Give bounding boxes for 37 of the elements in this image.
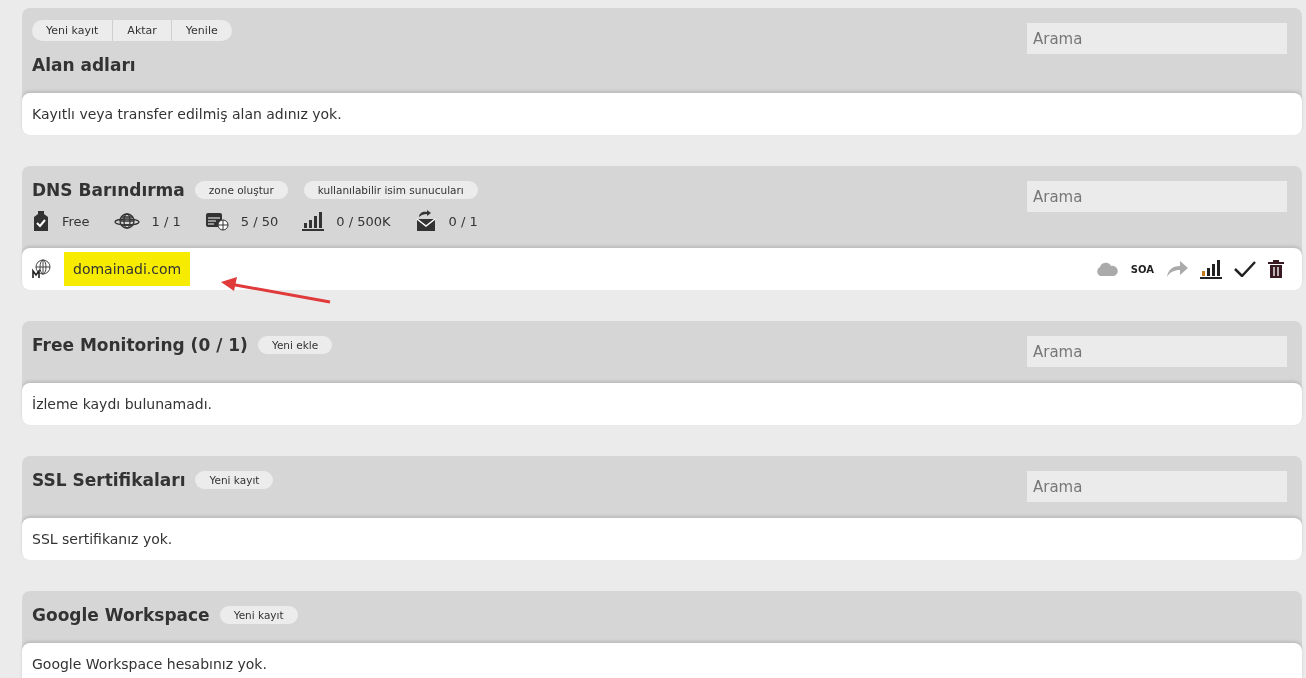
pill-button[interactable]: kullanılabilir isim sunucuları <box>303 181 478 199</box>
section-title: Alan adları <box>32 55 136 75</box>
bar-chart-icon[interactable] <box>1200 259 1222 279</box>
pill-button[interactable]: Yeni kayıt <box>195 471 274 489</box>
search-field[interactable]: Arama <box>1027 23 1287 54</box>
trash-icon[interactable] <box>1268 260 1284 278</box>
server-globe-icon <box>204 211 229 231</box>
empty-message: Kayıtlı veya transfer edilmiş alan adınız yok. <box>32 106 342 122</box>
pill-button[interactable]: Yeni ekle <box>257 336 333 354</box>
domain-link[interactable]: domainadi.com <box>64 252 191 286</box>
empty-message: SSL sertifikanız yok. <box>32 531 173 547</box>
section-title: Free Monitoring (0 / 1) <box>32 335 248 355</box>
search-field[interactable]: Arama <box>1027 336 1287 367</box>
tag-check-icon <box>32 210 50 232</box>
stat-value: 1 / 1 <box>151 213 181 229</box>
stat-value: 5 / 50 <box>240 213 279 229</box>
soa-button[interactable]: SOA <box>1130 263 1154 275</box>
stat-value: 0 / 1 <box>448 213 478 229</box>
empty-message: İzleme kaydı bulunamadı. <box>32 396 213 412</box>
search-field[interactable]: Arama <box>1027 181 1287 212</box>
section-title: Google Workspace <box>32 605 210 625</box>
section-title: SSL Sertifikaları <box>32 470 186 490</box>
globe-m-icon <box>32 259 52 279</box>
stat-value: 0 / 500K <box>336 213 391 229</box>
section-title: DNS Barındırma <box>32 180 185 200</box>
toolbar-button[interactable]: Yenile <box>171 20 232 41</box>
pill-button[interactable]: zone oluştur <box>194 181 288 199</box>
check-icon[interactable] <box>1234 261 1256 277</box>
search-field[interactable]: Arama <box>1027 471 1287 502</box>
toolbar-button[interactable]: Aktar <box>113 20 172 41</box>
mail-forward-icon <box>414 210 437 232</box>
pill-button[interactable]: Yeni kayıt <box>219 606 298 624</box>
bar-chart-icon <box>302 211 325 231</box>
globe-icon <box>113 212 140 230</box>
stat-value: Free <box>62 213 90 229</box>
empty-message: Google Workspace hesabınız yok. <box>32 656 267 672</box>
toolbar-button[interactable]: Yeni kayıt <box>32 20 114 41</box>
